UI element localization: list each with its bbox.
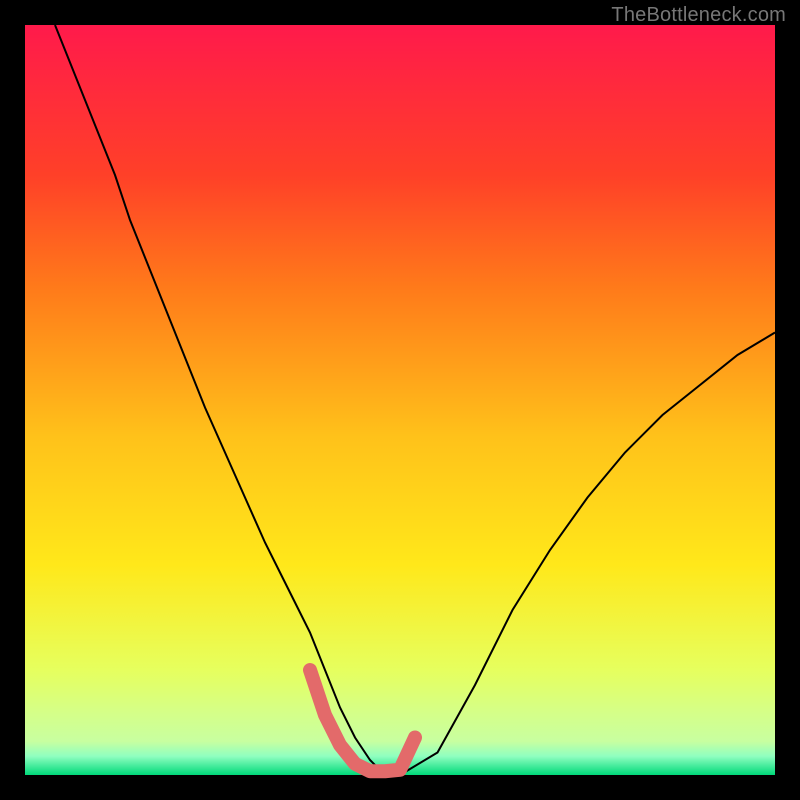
watermark-label: TheBottleneck.com [611, 4, 786, 27]
chart-container: TheBottleneck.com [0, 0, 800, 800]
chart-background [25, 25, 775, 775]
bottleneck-chart [0, 0, 800, 800]
